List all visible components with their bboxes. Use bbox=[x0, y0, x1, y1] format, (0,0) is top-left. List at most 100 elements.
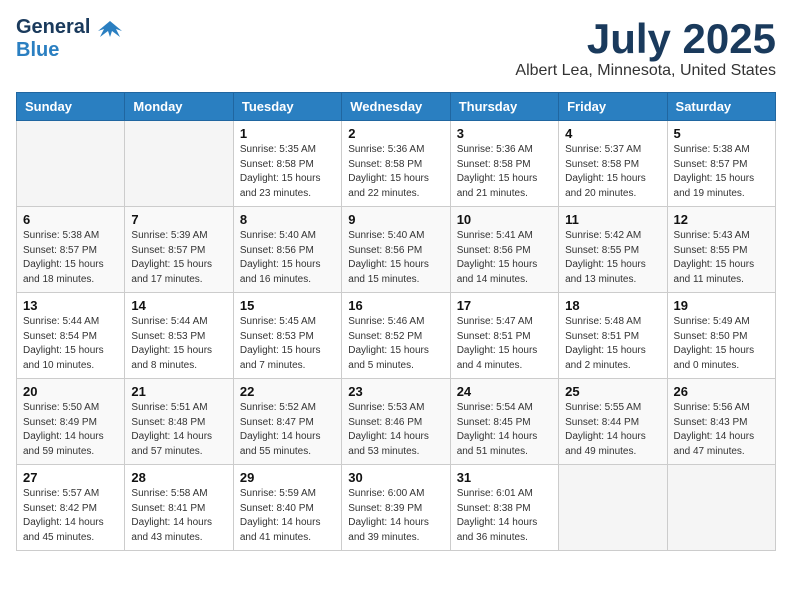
day-info: Sunrise: 5:59 AM Sunset: 8:40 PM Dayligh… bbox=[240, 487, 335, 545]
day-info: Sunrise: 5:54 AM Sunset: 8:45 PM Dayligh… bbox=[457, 401, 552, 459]
day-number: 14 bbox=[131, 298, 226, 313]
day-number: 4 bbox=[565, 126, 660, 141]
col-thursday: Thursday bbox=[450, 93, 558, 121]
day-info: Sunrise: 5:36 AM Sunset: 8:58 PM Dayligh… bbox=[457, 143, 552, 201]
day-info: Sunrise: 5:42 AM Sunset: 8:55 PM Dayligh… bbox=[565, 229, 660, 287]
day-number: 27 bbox=[23, 470, 118, 485]
table-row: 30 Sunrise: 6:00 AM Sunset: 8:39 PM Dayli… bbox=[342, 465, 450, 551]
day-number: 6 bbox=[23, 212, 118, 227]
title-section: July 2025 Albert Lea, Minnesota, United … bbox=[515, 16, 776, 80]
day-info: Sunrise: 6:00 AM Sunset: 8:39 PM Dayligh… bbox=[348, 487, 443, 545]
header: General Blue July 2025 Albert Lea, Minne… bbox=[16, 16, 776, 80]
table-row bbox=[559, 465, 667, 551]
day-info: Sunrise: 5:44 AM Sunset: 8:53 PM Dayligh… bbox=[131, 315, 226, 373]
day-info: Sunrise: 5:47 AM Sunset: 8:51 PM Dayligh… bbox=[457, 315, 552, 373]
day-number: 20 bbox=[23, 384, 118, 399]
col-wednesday: Wednesday bbox=[342, 93, 450, 121]
col-friday: Friday bbox=[559, 93, 667, 121]
day-info: Sunrise: 5:38 AM Sunset: 8:57 PM Dayligh… bbox=[674, 143, 769, 201]
day-number: 3 bbox=[457, 126, 552, 141]
day-number: 2 bbox=[348, 126, 443, 141]
day-number: 21 bbox=[131, 384, 226, 399]
day-number: 25 bbox=[565, 384, 660, 399]
table-row: 18Sunrise: 5:48 AM Sunset: 8:51 PM Dayli… bbox=[559, 293, 667, 379]
day-info: Sunrise: 5:58 AM Sunset: 8:41 PM Dayligh… bbox=[131, 487, 226, 545]
table-row: 9 Sunrise: 5:40 AM Sunset: 8:56 PM Daylig… bbox=[342, 207, 450, 293]
table-row: 20 Sunrise: 5:50 AM Sunset: 8:49 PM Dayli… bbox=[17, 379, 125, 465]
page-wrapper: General Blue July 2025 Albert Lea, Minne… bbox=[16, 16, 776, 551]
col-saturday: Saturday bbox=[667, 93, 775, 121]
calendar-week-row: 13 Sunrise: 5:44 AM Sunset: 8:54 PM Dayli… bbox=[17, 293, 776, 379]
day-info: Sunrise: 5:37 AM Sunset: 8:58 PM Dayligh… bbox=[565, 143, 660, 201]
day-number: 26 bbox=[674, 384, 769, 399]
day-number: 30 bbox=[348, 470, 443, 485]
day-number: 29 bbox=[240, 470, 335, 485]
table-row: 22 Sunrise: 5:52 AM Sunset: 8:47 PM Dayli… bbox=[233, 379, 341, 465]
day-number: 10 bbox=[457, 212, 552, 227]
logo-general: General bbox=[16, 16, 90, 39]
day-number: 19 bbox=[674, 298, 769, 313]
table-row: 21Sunrise: 5:51 AM Sunset: 8:48 PM Dayli… bbox=[125, 379, 233, 465]
day-number: 24 bbox=[457, 384, 552, 399]
table-row bbox=[17, 121, 125, 207]
day-info: Sunrise: 5:41 AM Sunset: 8:56 PM Dayligh… bbox=[457, 229, 552, 287]
table-row: 3 Sunrise: 5:36 AM Sunset: 8:58 PM Daylig… bbox=[450, 121, 558, 207]
table-row: 29 Sunrise: 5:59 AM Sunset: 8:40 PM Dayli… bbox=[233, 465, 341, 551]
table-row: 23Sunrise: 5:53 AM Sunset: 8:46 PM Dayli… bbox=[342, 379, 450, 465]
calendar-header-row: Sunday Monday Tuesday Wednesday Thursday… bbox=[17, 93, 776, 121]
day-number: 31 bbox=[457, 470, 552, 485]
day-info: Sunrise: 5:49 AM Sunset: 8:50 PM Dayligh… bbox=[674, 315, 769, 373]
table-row: 7Sunrise: 5:39 AM Sunset: 8:57 PM Daylig… bbox=[125, 207, 233, 293]
calendar-week-row: 20 Sunrise: 5:50 AM Sunset: 8:49 PM Dayli… bbox=[17, 379, 776, 465]
day-info: Sunrise: 5:35 AM Sunset: 8:58 PM Dayligh… bbox=[240, 143, 335, 201]
day-number: 1 bbox=[240, 126, 335, 141]
day-info: Sunrise: 5:40 AM Sunset: 8:56 PM Dayligh… bbox=[240, 229, 335, 287]
table-row: 31 Sunrise: 6:01 AM Sunset: 8:38 PM Dayli… bbox=[450, 465, 558, 551]
day-info: Sunrise: 5:50 AM Sunset: 8:49 PM Dayligh… bbox=[23, 401, 118, 459]
day-info: Sunrise: 5:55 AM Sunset: 8:44 PM Dayligh… bbox=[565, 401, 660, 459]
table-row: 1 Sunrise: 5:35 AM Sunset: 8:58 PM Daylig… bbox=[233, 121, 341, 207]
day-number: 22 bbox=[240, 384, 335, 399]
table-row: 16 Sunrise: 5:46 AM Sunset: 8:52 PM Dayli… bbox=[342, 293, 450, 379]
day-info: Sunrise: 5:56 AM Sunset: 8:43 PM Dayligh… bbox=[674, 401, 769, 459]
logo-blue: Blue bbox=[16, 39, 59, 61]
day-number: 7 bbox=[131, 212, 226, 227]
table-row: 6Sunrise: 5:38 AM Sunset: 8:57 PM Daylig… bbox=[17, 207, 125, 293]
calendar-table: Sunday Monday Tuesday Wednesday Thursday… bbox=[16, 92, 776, 551]
table-row: 28 Sunrise: 5:58 AM Sunset: 8:41 PM Dayli… bbox=[125, 465, 233, 551]
day-number: 9 bbox=[348, 212, 443, 227]
day-info: Sunrise: 5:46 AM Sunset: 8:52 PM Dayligh… bbox=[348, 315, 443, 373]
table-row: 12Sunrise: 5:43 AM Sunset: 8:55 PM Dayli… bbox=[667, 207, 775, 293]
table-row: 25 Sunrise: 5:55 AM Sunset: 8:44 PM Dayli… bbox=[559, 379, 667, 465]
day-info: Sunrise: 5:43 AM Sunset: 8:55 PM Dayligh… bbox=[674, 229, 769, 287]
day-number: 16 bbox=[348, 298, 443, 313]
day-info: Sunrise: 6:01 AM Sunset: 8:38 PM Dayligh… bbox=[457, 487, 552, 545]
table-row: 2Sunrise: 5:36 AM Sunset: 8:58 PM Daylig… bbox=[342, 121, 450, 207]
table-row: 19 Sunrise: 5:49 AM Sunset: 8:50 PM Dayli… bbox=[667, 293, 775, 379]
day-number: 13 bbox=[23, 298, 118, 313]
table-row: 27Sunrise: 5:57 AM Sunset: 8:42 PM Dayli… bbox=[17, 465, 125, 551]
table-row: 8 Sunrise: 5:40 AM Sunset: 8:56 PM Daylig… bbox=[233, 207, 341, 293]
day-number: 5 bbox=[674, 126, 769, 141]
table-row: 10 Sunrise: 5:41 AM Sunset: 8:56 PM Dayli… bbox=[450, 207, 558, 293]
table-row: 15Sunrise: 5:45 AM Sunset: 8:53 PM Dayli… bbox=[233, 293, 341, 379]
day-number: 8 bbox=[240, 212, 335, 227]
day-info: Sunrise: 5:52 AM Sunset: 8:47 PM Dayligh… bbox=[240, 401, 335, 459]
day-number: 11 bbox=[565, 212, 660, 227]
day-number: 23 bbox=[348, 384, 443, 399]
table-row bbox=[125, 121, 233, 207]
day-info: Sunrise: 5:48 AM Sunset: 8:51 PM Dayligh… bbox=[565, 315, 660, 373]
day-info: Sunrise: 5:40 AM Sunset: 8:56 PM Dayligh… bbox=[348, 229, 443, 287]
table-row: 14 Sunrise: 5:44 AM Sunset: 8:53 PM Dayli… bbox=[125, 293, 233, 379]
subtitle: Albert Lea, Minnesota, United States bbox=[515, 62, 776, 80]
calendar-week-row: 1 Sunrise: 5:35 AM Sunset: 8:58 PM Daylig… bbox=[17, 121, 776, 207]
day-number: 28 bbox=[131, 470, 226, 485]
table-row: 17Sunrise: 5:47 AM Sunset: 8:51 PM Dayli… bbox=[450, 293, 558, 379]
table-row: 5 Sunrise: 5:38 AM Sunset: 8:57 PM Daylig… bbox=[667, 121, 775, 207]
day-info: Sunrise: 5:44 AM Sunset: 8:54 PM Dayligh… bbox=[23, 315, 118, 373]
col-monday: Monday bbox=[125, 93, 233, 121]
calendar-week-row: 27Sunrise: 5:57 AM Sunset: 8:42 PM Dayli… bbox=[17, 465, 776, 551]
col-sunday: Sunday bbox=[17, 93, 125, 121]
logo-bird-icon bbox=[94, 17, 126, 39]
table-row: 4 Sunrise: 5:37 AM Sunset: 8:58 PM Daylig… bbox=[559, 121, 667, 207]
